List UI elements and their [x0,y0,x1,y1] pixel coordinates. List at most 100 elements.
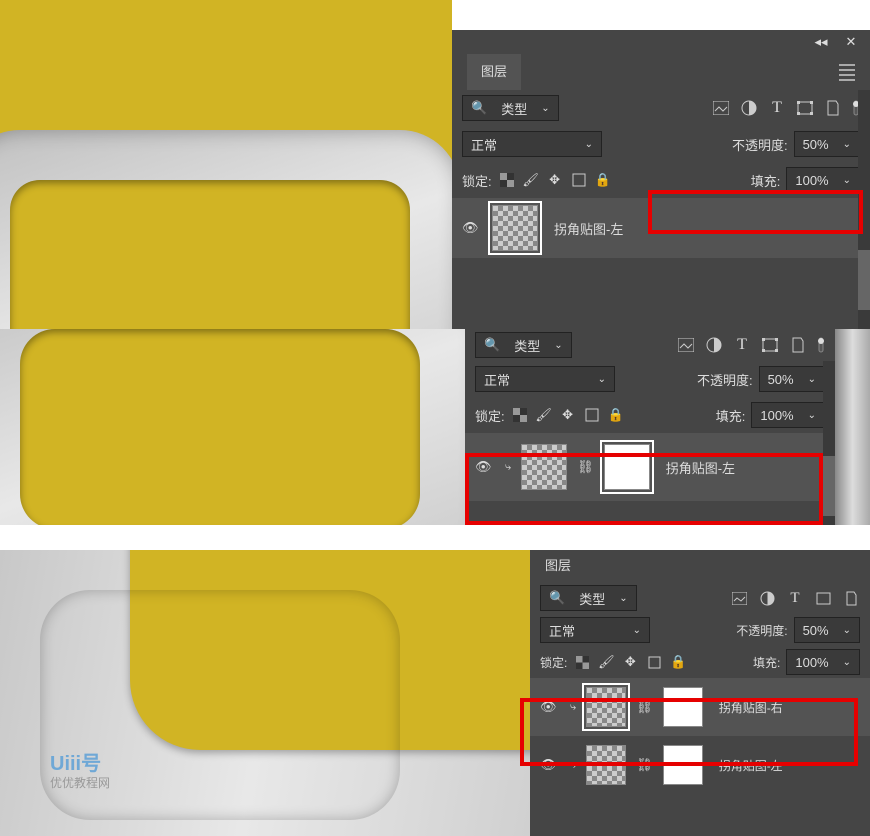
panel-tab-layers[interactable]: 图层 [467,54,521,90]
scrollbar-thumb[interactable] [858,250,870,310]
opacity-dropdown[interactable]: 50% ⌄ [794,131,860,157]
blend-row: 正常 ⌄ 不透明度: 50% ⌄ [465,361,835,397]
scrollbar[interactable] [823,361,835,525]
filter-adjust-icon[interactable] [705,336,723,354]
layer-thumbnail[interactable] [586,687,626,727]
visibility-toggle-icon[interactable]: 👁 [475,459,495,475]
fill-dropdown[interactable]: 100% ⌄ [786,649,860,675]
layer-row-active[interactable]: 👁 ⤷ ⛓ 拐角贴图-右 [530,678,870,736]
layer-thumbnail[interactable] [492,205,538,251]
lock-transparency-icon[interactable] [498,171,516,189]
layer-name[interactable]: 拐角贴图-左 [666,458,735,477]
lock-icons-group: 🖌 ✥ 🔒 [573,653,687,671]
clip-down-icon: ⤷ [505,461,511,474]
filter-image-icon[interactable] [712,99,730,117]
layer-row[interactable]: 👁 ⤷ ⛓ 拐角贴图-左 [530,736,870,794]
filter-shape-icon[interactable] [761,336,779,354]
lock-position-icon[interactable]: ✥ [559,406,577,424]
layer-name[interactable]: 拐角贴图-左 [554,219,623,238]
mask-link-icon[interactable]: ⛓ [577,459,594,475]
clip-down-icon: ⤷ [570,759,576,772]
collapse-icon[interactable]: ◂◂ [812,33,830,51]
lock-artboard-icon[interactable] [645,653,663,671]
fill-label[interactable]: 填充: [716,406,746,425]
filter-text-icon[interactable]: T [733,336,751,354]
opacity-highlight-box [648,190,863,234]
lock-label: 锁定: [475,406,505,425]
filter-shape-icon[interactable] [814,589,832,607]
opacity-label[interactable]: 不透明度: [697,370,753,389]
filter-smart-icon[interactable] [824,99,842,117]
opacity-dropdown[interactable]: 50% ⌄ [759,366,825,392]
filter-text-icon[interactable]: T [768,99,786,117]
watermark-logo: Uiii号 [50,747,101,776]
visibility-toggle-icon[interactable]: 👁 [540,757,560,773]
search-icon: 🔍 [549,590,565,606]
lock-all-icon[interactable]: 🔒 [594,171,612,189]
lock-paint-icon[interactable]: 🖌 [535,406,553,424]
layers-panel-1: ◂◂ ✕ 图层 🔍 类型 ⌄ T [452,30,870,329]
fill-dropdown[interactable]: 100% ⌄ [751,402,825,428]
lock-artboard-icon[interactable] [583,406,601,424]
filter-image-icon[interactable] [677,336,695,354]
lock-artboard-icon[interactable] [570,171,588,189]
visibility-toggle-icon[interactable]: 👁 [540,699,560,715]
lock-paint-icon[interactable]: 🖌 [522,171,540,189]
filter-label: 类型 [501,99,527,118]
layer-name[interactable]: 拐角贴图-左 [719,757,783,774]
lock-position-icon[interactable]: ✥ [546,171,564,189]
lock-all-icon[interactable]: 🔒 [669,653,687,671]
panel-title[interactable]: 图层 [545,550,571,582]
fill-label[interactable]: 填充: [751,171,781,190]
layer-thumbnail[interactable] [586,745,626,785]
filter-smart-icon[interactable] [789,336,807,354]
lock-paint-icon[interactable]: 🖌 [597,653,615,671]
lock-all-icon[interactable]: 🔒 [607,406,625,424]
filter-adjust-icon[interactable] [758,589,776,607]
filter-type-dropdown[interactable]: 🔍 类型 ⌄ [540,585,637,611]
mask-thumbnail[interactable] [663,745,703,785]
frame-hole [20,329,420,525]
fill-label[interactable]: 填充: [753,654,780,671]
opacity-label[interactable]: 不透明度: [732,135,788,154]
lock-transparency-icon[interactable] [511,406,529,424]
blend-mode-dropdown[interactable]: 正常 ⌄ [462,131,602,157]
lock-icons-group: 🖌 ✥ 🔒 [511,406,625,424]
blend-mode-dropdown[interactable]: 正常 ⌄ [475,366,615,392]
filter-type-dropdown[interactable]: 🔍 类型 ⌄ [462,95,559,121]
opacity-label[interactable]: 不透明度: [736,622,787,639]
filter-type-dropdown[interactable]: 🔍 类型 ⌄ [475,332,572,358]
opacity-dropdown[interactable]: 50% ⌄ [794,617,860,643]
filter-smart-icon[interactable] [842,589,860,607]
mask-link-icon[interactable]: ⛓ [636,757,653,773]
metal-frame [0,329,465,525]
lock-label: 锁定: [462,171,492,190]
filter-image-icon[interactable] [730,589,748,607]
layer-name[interactable]: 拐角贴图-右 [719,699,783,716]
clip-down-icon: ⤷ [570,701,576,714]
close-icon[interactable]: ✕ [842,33,860,51]
visibility-toggle-icon[interactable]: 👁 [462,220,482,236]
panel-menu-icon[interactable] [839,64,855,81]
fill-value: 100% [795,173,828,188]
chevron-down-icon: ⌄ [843,625,851,636]
lock-transparency-icon[interactable] [573,653,591,671]
mask-thumbnail[interactable] [663,687,703,727]
chevron-down-icon: ⌄ [843,657,851,668]
filter-icons-group: T [712,99,860,117]
layer-row[interactable]: 👁 ⤷ ⛓ 拐角贴图-左 [465,433,835,501]
filter-shape-icon[interactable] [796,99,814,117]
canvas-preview-2 [0,329,465,525]
mask-link-icon[interactable]: ⛓ [636,699,653,715]
blend-mode-dropdown[interactable]: 正常 ⌄ [540,617,650,643]
chevron-down-icon: ⌄ [619,593,627,604]
layer-thumbnail[interactable] [521,444,567,490]
chevron-down-icon: ⌄ [808,410,816,421]
lock-position-icon[interactable]: ✥ [621,653,639,671]
filter-text-icon[interactable]: T [786,589,804,607]
filter-adjust-icon[interactable] [740,99,758,117]
panel-header: 图层 [452,54,870,90]
scrollbar-thumb[interactable] [823,456,835,516]
filter-toggle-icon[interactable] [817,336,825,354]
mask-thumbnail[interactable] [604,444,650,490]
